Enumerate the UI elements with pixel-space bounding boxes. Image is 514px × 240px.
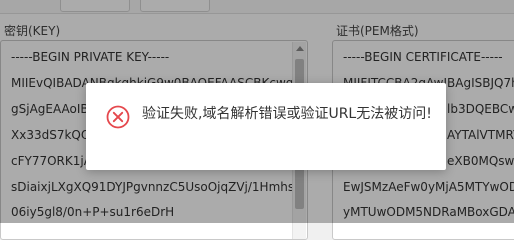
error-circle-x-icon	[106, 105, 130, 129]
error-dialog: 验证失败,域名解析错误或验证URL无法被访问!	[86, 83, 446, 170]
error-message: 验证失败,域名解析错误或验证URL无法被访问!	[142, 106, 432, 122]
